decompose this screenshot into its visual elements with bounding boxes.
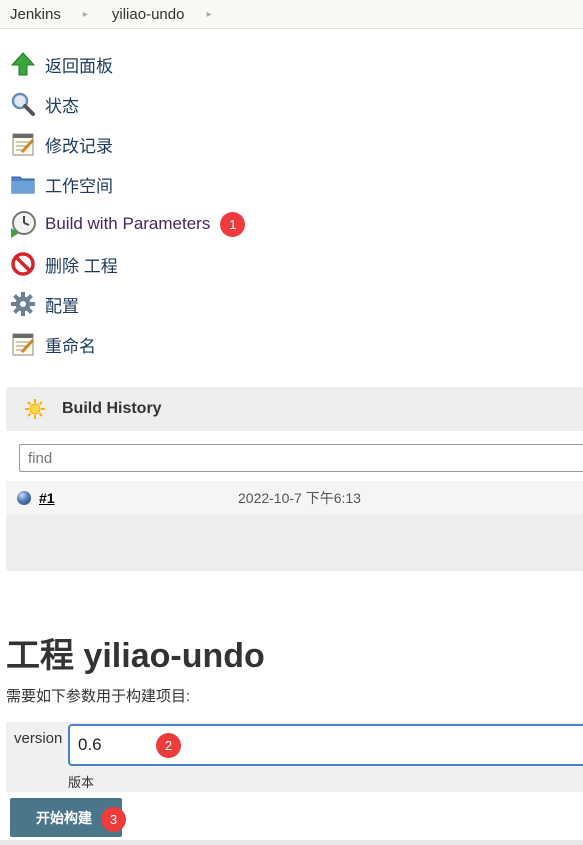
step-badge: 2 [156, 733, 181, 758]
menu-label: 重命名 [45, 336, 96, 356]
build-date: 2022-10-7 下午6:13 [238, 490, 361, 506]
build-history-header: Build History [6, 387, 583, 431]
build-row: #1 2022-10-7 下午6:13 [6, 481, 583, 515]
parameter-row: version 2 版本 [6, 722, 583, 792]
build-number-link[interactable]: #1 [39, 490, 55, 506]
build-history-panel: Build History #1 2022-10-7 下午6:13 [6, 387, 583, 571]
menu-delete-project[interactable]: 删除 工程 [8, 244, 245, 284]
side-menu: 返回面板 状态 修改记录 工作空间 Build with Parameters … [8, 44, 246, 364]
menu-label: 状态 [45, 96, 79, 116]
no-entry-icon [8, 249, 38, 279]
folder-icon [8, 169, 38, 199]
menu-label: Build with Parameters [45, 214, 211, 233]
notepad-icon [8, 329, 38, 359]
clock-play-icon [8, 209, 38, 239]
breadcrumb-separator-icon[interactable]: ▸ [69, 9, 102, 20]
parameter-description: 版本 [68, 775, 95, 790]
parameter-name: version [14, 730, 63, 747]
menu-changes[interactable]: 修改记录 [8, 124, 245, 164]
sun-weather-icon [24, 398, 46, 420]
menu-label: 修改记录 [45, 136, 113, 156]
build-history-body: #1 2022-10-7 下午6:13 [6, 431, 583, 515]
breadcrumb-project[interactable]: yiliao-undo [102, 6, 193, 23]
breadcrumb: Jenkins ▸ yiliao-undo ▸ [0, 0, 583, 29]
page-title: 工程 yiliao-undo [6, 637, 265, 675]
start-build-label: 开始构建 [36, 809, 92, 826]
step-badge: 1 [220, 211, 246, 237]
step-badge: 3 [101, 807, 126, 832]
menu-label: 删除 工程 [45, 256, 118, 276]
breadcrumb-separator-icon[interactable]: ▸ [192, 9, 225, 20]
menu-back-to-dashboard[interactable]: 返回面板 [8, 44, 245, 84]
menu-status[interactable]: 状态 [8, 84, 245, 124]
up-arrow-icon [8, 49, 38, 79]
project-description: 需要如下参数用于构建项目: [6, 688, 191, 705]
menu-workspace[interactable]: 工作空间 [8, 164, 245, 204]
menu-label: 工作空间 [45, 176, 113, 196]
menu-configure[interactable]: 配置 [8, 284, 245, 324]
version-input[interactable] [68, 724, 583, 766]
menu-build-with-parameters[interactable]: Build with Parameters 1 [8, 204, 246, 244]
notepad-icon [8, 129, 38, 159]
menu-rename[interactable]: 重命名 [8, 324, 245, 364]
gear-icon [8, 289, 38, 319]
menu-label: 配置 [45, 296, 79, 316]
build-search-input[interactable] [19, 444, 583, 472]
breadcrumb-jenkins[interactable]: Jenkins [0, 6, 69, 23]
build-history-title: Build History [62, 400, 162, 417]
build-status-ball-icon [17, 491, 31, 505]
bottom-bar [0, 840, 583, 845]
magnifier-icon [8, 89, 38, 119]
menu-label: 返回面板 [45, 56, 113, 76]
